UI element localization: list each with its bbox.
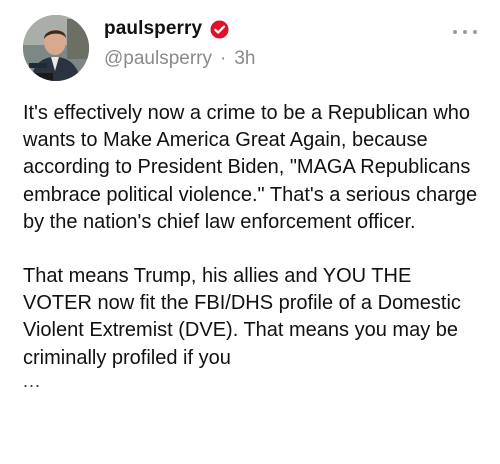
verified-badge-icon [210, 19, 229, 39]
avatar-photo [23, 15, 89, 81]
meta-separator: · [220, 48, 227, 69]
avatar[interactable] [23, 15, 89, 81]
author-display-name[interactable]: paulsperry [104, 18, 202, 40]
post-body: It's effectively now a crime to be a Rep… [23, 100, 485, 392]
post-paragraph-1: It's effectively now a crime to be a Rep… [23, 102, 478, 233]
post-header: paulsperry @paulsperry · 3h [23, 12, 483, 84]
more-dot [453, 30, 457, 34]
more-dot [473, 30, 477, 34]
post-timestamp[interactable]: 3h [234, 48, 255, 70]
more-dot [463, 30, 467, 34]
author-name-row: paulsperry [104, 18, 229, 40]
more-options-icon[interactable] [453, 27, 477, 37]
post-paragraph-2: That means Trump, his allies and YOU THE… [23, 265, 461, 369]
post-meta: @paulsperry · 3h [104, 48, 255, 70]
truncation-ellipsis[interactable]: ... [23, 370, 485, 392]
author-handle[interactable]: @paulsperry [104, 48, 212, 70]
